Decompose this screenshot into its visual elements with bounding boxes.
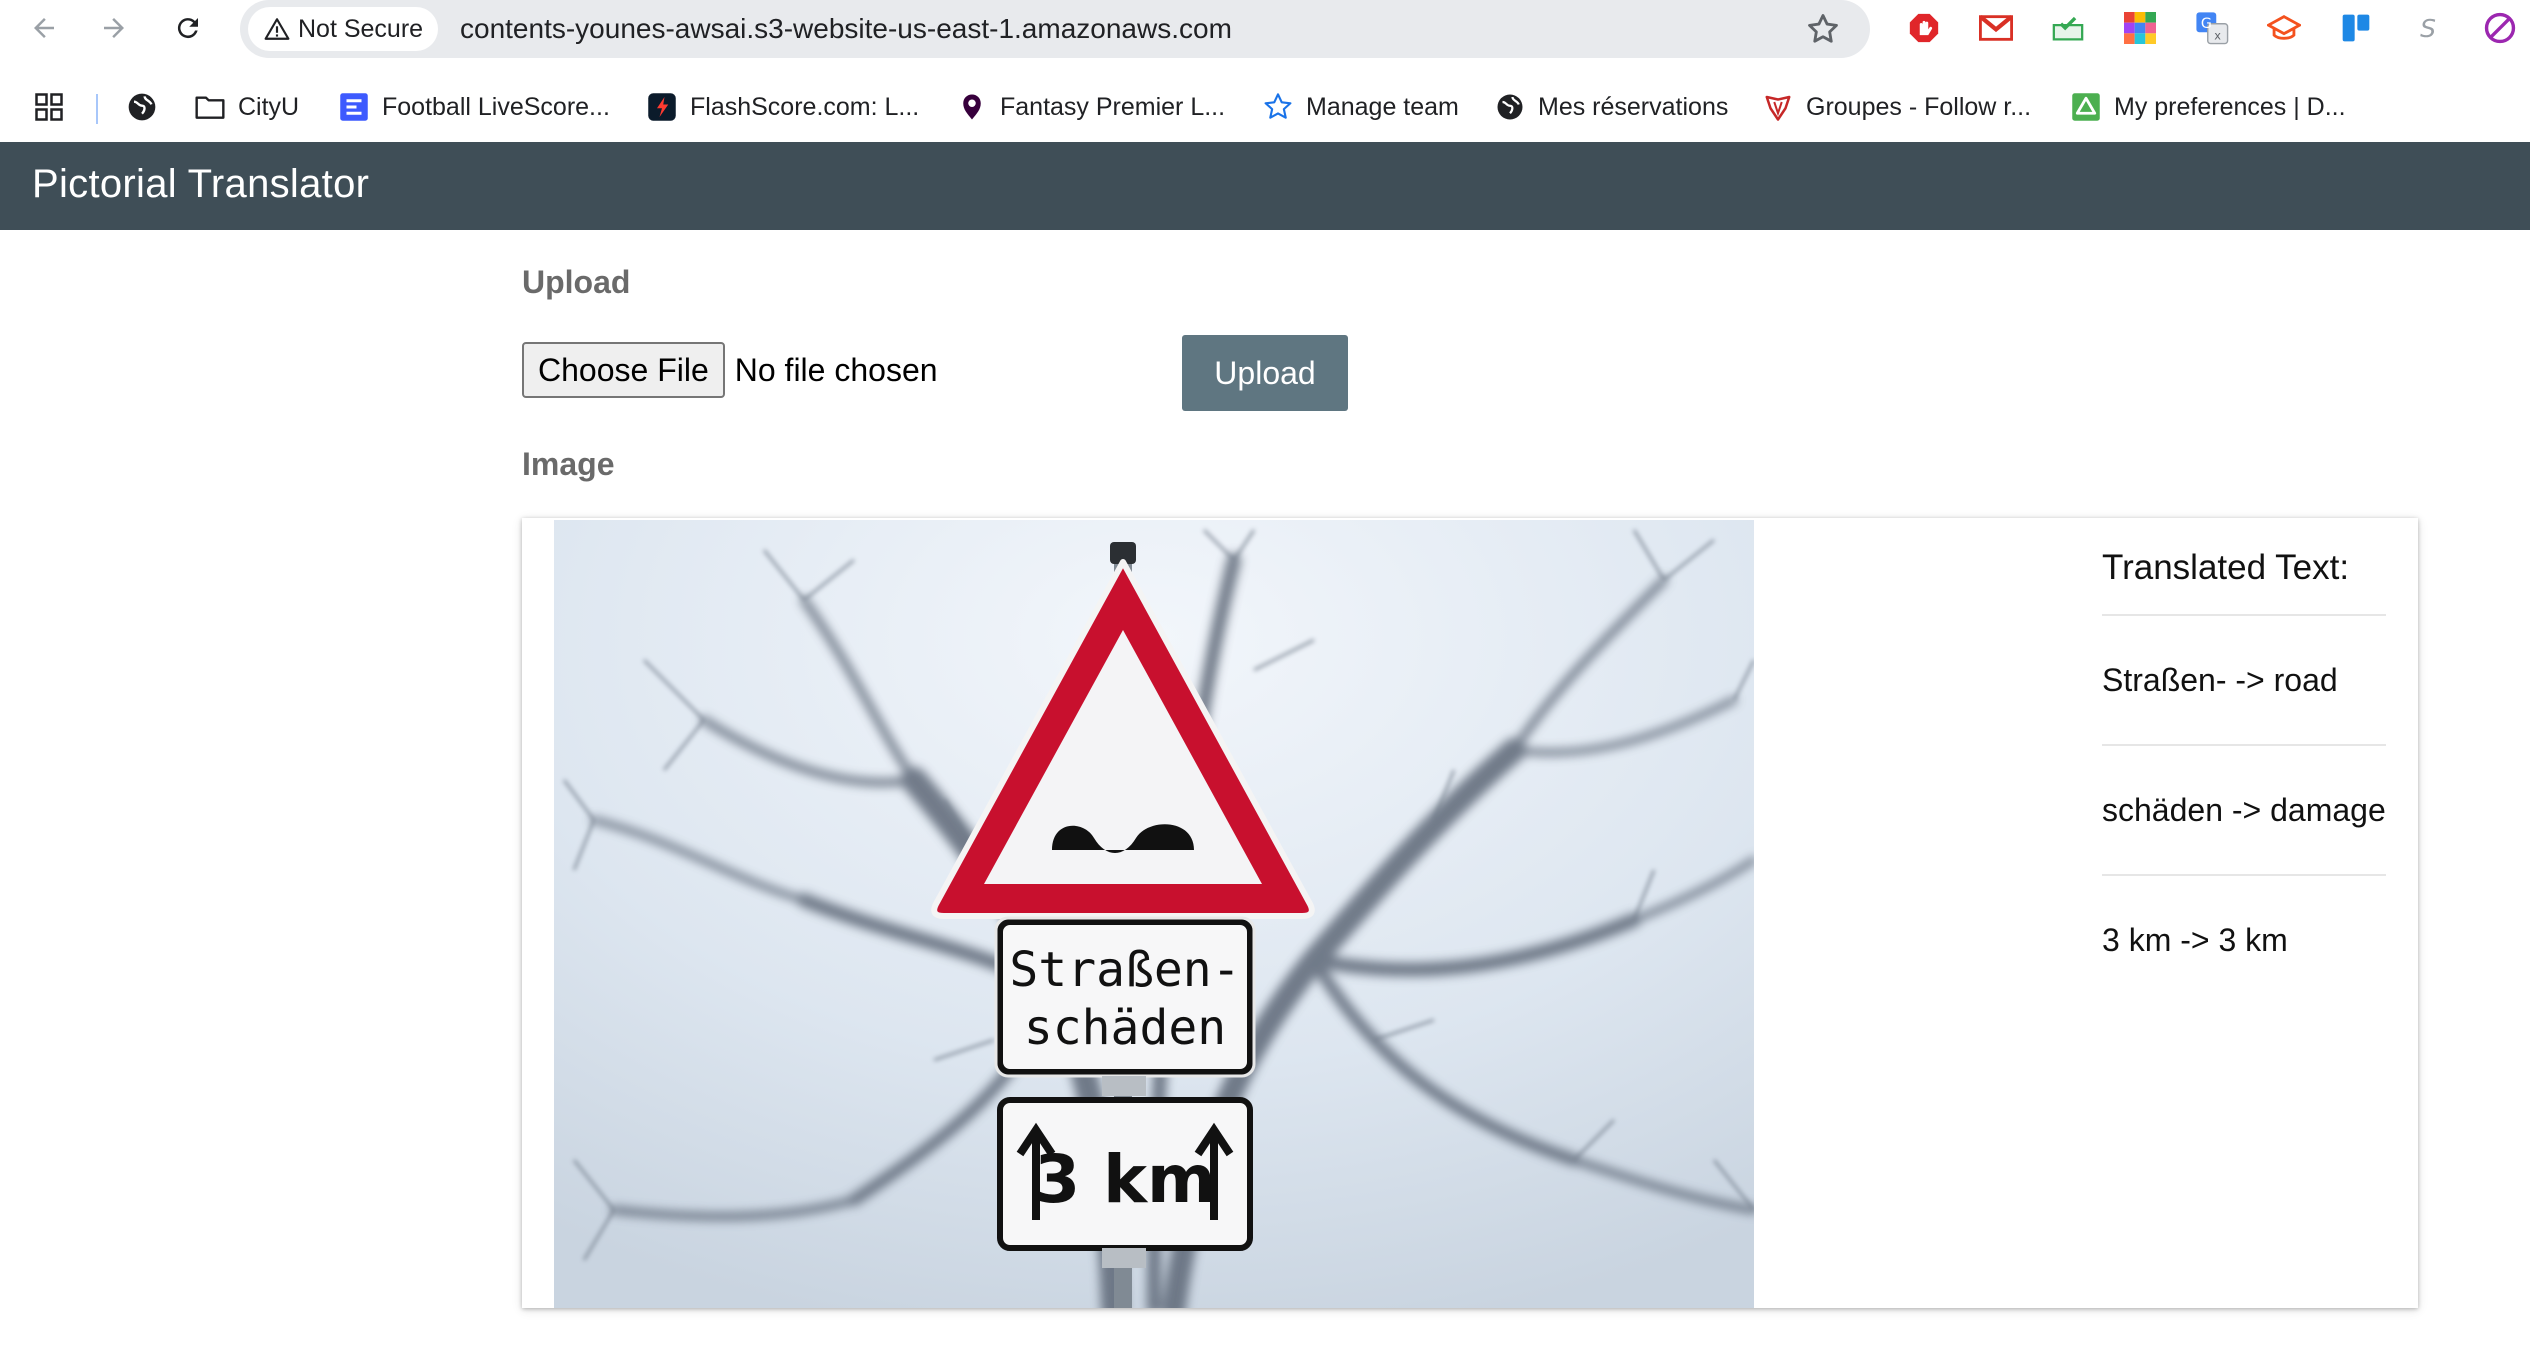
globe-favicon	[1494, 91, 1526, 123]
color-grid-extension-icon[interactable]	[2122, 10, 2158, 46]
reload-icon	[177, 18, 198, 39]
result-card: Straßen- schäden 3 km Translated Text: S…	[522, 518, 2418, 1308]
back-button[interactable]	[22, 6, 66, 50]
bookmark-my-preferences[interactable]: My preferences | D...	[2070, 82, 2346, 132]
app-header: Pictorial Translator	[0, 142, 2530, 230]
premier-league-favicon	[956, 91, 988, 123]
bookmarks-separator	[96, 94, 98, 124]
drive-favicon	[2070, 91, 2102, 123]
folder-icon	[194, 91, 226, 123]
bookmark-mes-reservations[interactable]: Mes réservations	[1494, 82, 1728, 132]
upload-button[interactable]: Upload	[1182, 335, 1348, 411]
bookmark-label: Fantasy Premier L...	[1000, 92, 1226, 121]
bookmark-football-livescore[interactable]: Football LiveScore...	[338, 82, 610, 132]
security-chip[interactable]: Not Secure	[248, 7, 438, 51]
bookmark-label: My preferences | D...	[2114, 92, 2346, 121]
upload-heading: Upload	[522, 264, 631, 300]
address-bar[interactable]: Not Secure contents-younes-awsai.s3-webs…	[240, 0, 1870, 58]
bookmark-label: Football LiveScore...	[382, 92, 610, 121]
bookmark-flashscore[interactable]: FlashScore.com: L...	[646, 82, 919, 132]
gmail-extension-icon[interactable]	[1978, 10, 2014, 46]
adblock-extension-icon[interactable]	[1906, 10, 1942, 46]
globe-icon	[128, 93, 156, 121]
sign-text-line2: schäden	[1024, 1000, 1226, 1056]
flashscore-favicon	[646, 91, 678, 123]
bookmark-label: Mes réservations	[1538, 92, 1729, 121]
choose-file-button[interactable]: Choose File	[522, 342, 725, 398]
forward-arrow-icon	[104, 18, 124, 38]
sign-text-line1: Straßen-	[1009, 942, 1240, 998]
bookmark-label: FlashScore.com: L...	[690, 92, 920, 121]
bookmark-groupes[interactable]: Groupes - Follow r...	[1762, 82, 2031, 132]
bookmark-star-icon[interactable]	[1804, 10, 1842, 48]
translation-item: 3 km -> 3 km	[2102, 874, 2386, 1004]
inbox-check-extension-icon[interactable]	[2050, 10, 2086, 46]
forward-button[interactable]	[92, 6, 136, 50]
apps-button[interactable]	[34, 82, 64, 132]
groupes-favicon	[1762, 91, 1794, 123]
reload-button[interactable]	[166, 6, 210, 50]
translation-item: schäden -> damage	[2102, 744, 2386, 874]
trello-extension-icon[interactable]	[2338, 10, 2374, 46]
warning-icon	[264, 18, 290, 40]
app-title: Pictorial Translator	[32, 162, 370, 206]
bookmark-cityu[interactable]: CityU	[194, 82, 299, 132]
sign-distance-text: 3 km	[1034, 1141, 1216, 1218]
s-extension-icon[interactable]: S	[2410, 10, 2446, 46]
svg-text:G: G	[2201, 16, 2212, 32]
graduation-cap-extension-icon[interactable]	[2266, 10, 2302, 46]
bookmark-label: Groupes - Follow r...	[1806, 92, 2032, 121]
url-text[interactable]: contents-younes-awsai.s3-website-us-east…	[460, 13, 1232, 45]
security-label: Not Secure	[298, 14, 424, 43]
bookmark-fantasy-premier-league[interactable]: Fantasy Premier L...	[956, 82, 1225, 132]
bookmark-label: Manage team	[1306, 92, 1459, 121]
apps-grid-icon	[35, 93, 63, 121]
star-outline-favicon	[1262, 91, 1294, 123]
uploaded-photo: Straßen- schäden 3 km	[554, 520, 1754, 1308]
bookmark-manage-team[interactable]: Manage team	[1262, 82, 1459, 132]
browser-toolbar: Not Secure contents-younes-awsai.s3-webs…	[0, 0, 2530, 58]
svg-text:x: x	[2214, 28, 2221, 42]
file-status-text: No file chosen	[734, 351, 938, 388]
bookmark-globe[interactable]	[126, 82, 158, 132]
back-arrow-icon	[34, 18, 54, 38]
bookmarks-bar: CityU Football LiveScore... FlashScore.c…	[0, 82, 2530, 132]
livescore-favicon	[338, 91, 370, 123]
file-input[interactable]: Choose File No file chosen	[522, 342, 938, 398]
block-extension-icon[interactable]	[2482, 10, 2518, 46]
svg-text:S: S	[2420, 14, 2436, 43]
translation-panel: Translated Text: Straßen- -> road schäde…	[2102, 548, 2386, 1004]
translation-item: Straßen- -> road	[2102, 614, 2386, 744]
bookmark-label: CityU	[238, 92, 300, 121]
image-heading: Image	[522, 446, 615, 482]
google-translate-extension-icon[interactable]: Gx	[2194, 10, 2230, 46]
translated-text-title: Translated Text:	[2102, 548, 2350, 587]
